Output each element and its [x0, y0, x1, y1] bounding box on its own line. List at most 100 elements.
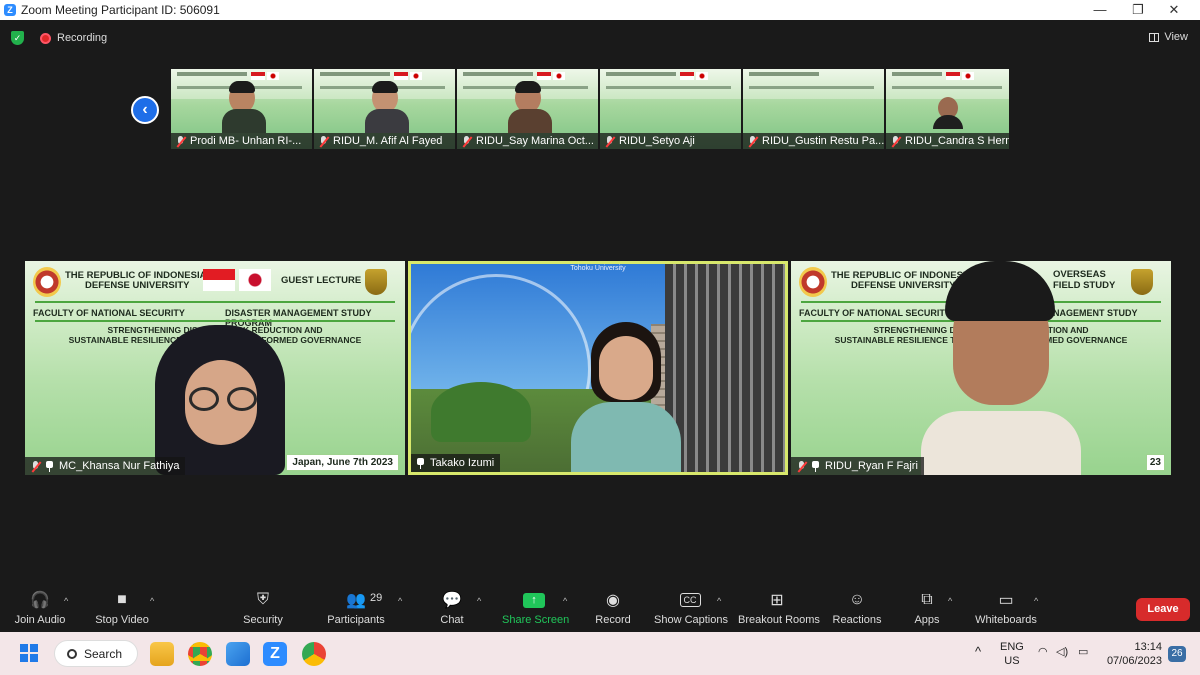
participant-name-label: MC_Khansa Nur Fathiya	[25, 457, 186, 475]
participant-tile[interactable]: THE REPUBLIC OF INDONESIA DEFENSE UNIVER…	[791, 261, 1171, 475]
whiteboards-options-caret[interactable]: ^	[1034, 596, 1038, 606]
share-screen-icon: ↑	[502, 588, 566, 612]
record-label: Record	[595, 614, 631, 626]
restore-button[interactable]: ❐	[1118, 0, 1158, 20]
participant-name-label: RIDU_Candra S Herm...	[886, 133, 1009, 149]
stop-video-label: Stop Video	[95, 614, 149, 626]
encryption-shield-icon[interactable]: ✓	[11, 31, 24, 45]
participant-name: RIDU_Setyo Aji	[619, 135, 695, 147]
participant-thumbnail[interactable]: RIDU_M. Afif Al Fayed	[314, 69, 455, 149]
muted-mic-icon	[890, 135, 901, 147]
participant-name-label: Takako Izumi	[411, 454, 501, 472]
slide-text-line	[606, 86, 731, 89]
recording-label: Recording	[57, 32, 108, 44]
divider	[35, 320, 395, 322]
apps-options-caret[interactable]: ^	[948, 596, 952, 606]
stop-video-button[interactable]: ■ Stop Video	[92, 588, 152, 632]
japan-flag-icon	[239, 269, 271, 291]
participant-thumbnail[interactable]: RIDU_Gustin Restu Pa...	[743, 69, 884, 149]
region-code: US	[1004, 655, 1020, 667]
breakout-rooms-button[interactable]: ⊞ Breakout Rooms	[738, 588, 820, 632]
close-button[interactable]: ✕	[1154, 0, 1194, 20]
share-screen-button[interactable]: ↑ Share Screen	[502, 588, 569, 632]
previous-page-button[interactable]: ‹	[131, 96, 159, 124]
audio-options-caret[interactable]: ^	[64, 596, 68, 606]
leave-button[interactable]: Leave	[1136, 598, 1190, 621]
show-captions-label: Show Captions	[654, 614, 728, 626]
indonesia-flag-icon	[394, 72, 408, 80]
participant-name: Prodi MB- Unhan RI-...	[190, 135, 302, 147]
recording-indicator[interactable]: Recording	[40, 32, 107, 44]
chat-button[interactable]: 💬 Chat	[432, 588, 472, 632]
participant-thumbnail[interactable]: RIDU_Setyo Aji	[600, 69, 741, 149]
captions-options-caret[interactable]: ^	[717, 596, 721, 606]
slide-text-line	[892, 72, 942, 76]
participant-thumbnail[interactable]: RIDU_Say Marina Oct...	[457, 69, 598, 149]
join-audio-button[interactable]: 🎧 Join Audio	[10, 588, 70, 632]
view-button[interactable]: View	[1149, 31, 1188, 43]
participant-thumbnail[interactable]: RIDU_Candra S Herm...	[886, 69, 1009, 149]
record-button[interactable]: ◉ Record	[592, 588, 634, 632]
breakout-grid-icon: ⊞	[770, 592, 784, 609]
emblem-icon	[1131, 269, 1153, 295]
participant-name-label: RIDU_M. Afif Al Fayed	[314, 133, 455, 149]
pin-icon	[811, 460, 820, 472]
battery-icon[interactable]: ▭	[1078, 645, 1088, 658]
captions-icon: CC	[654, 588, 726, 612]
participants-options-caret[interactable]: ^	[398, 596, 402, 606]
video-options-caret[interactable]: ^	[150, 596, 154, 606]
indonesia-flag-icon	[251, 72, 265, 80]
shield-icon: ⛨	[256, 591, 269, 608]
reactions-button[interactable]: ☺ Reactions	[832, 588, 882, 632]
slide-header-line: DEFENSE UNIVERSITY	[85, 280, 190, 291]
taskbar-clock[interactable]: 13:14 07/06/2023	[1107, 640, 1162, 668]
windows-start-icon[interactable]	[20, 644, 38, 662]
participant-video	[571, 322, 681, 472]
taskbar-search[interactable]: Search	[54, 640, 138, 667]
volume-icon[interactable]: ◁)	[1056, 645, 1068, 658]
emblem-icon	[365, 269, 387, 295]
participant-tile[interactable]: THE REPUBLIC OF INDONESIA DEFENSE UNIVER…	[25, 261, 405, 475]
participant-name-label: RIDU_Say Marina Oct...	[457, 133, 598, 149]
apps-icon: ⧉	[921, 591, 933, 608]
participant-name: MC_Khansa Nur Fathiya	[59, 460, 180, 472]
chat-label: Chat	[440, 614, 464, 626]
slide-date: Japan, June 7th 2023	[286, 454, 399, 471]
muted-mic-icon	[747, 135, 758, 147]
share-options-caret[interactable]: ^	[563, 596, 567, 606]
security-button[interactable]: ⛨ Security	[238, 588, 288, 632]
notification-badge[interactable]: 26	[1168, 646, 1186, 662]
join-audio-label: Join Audio	[14, 614, 66, 626]
captions-icon-text: CC	[679, 593, 701, 607]
file-explorer-icon[interactable]	[150, 642, 174, 666]
search-label: Search	[84, 646, 123, 661]
active-speaker-tile[interactable]: Tohoku University Takako Izumi	[408, 261, 788, 475]
meeting-area: ✓ Recording View ‹ Prodi MB- Unhan RI-..…	[0, 20, 1200, 588]
slide-text-line	[320, 72, 390, 76]
smiley-icon: ☺	[848, 591, 866, 608]
participant-video	[221, 81, 266, 133]
zoom-app-icon[interactable]: Z	[263, 642, 287, 666]
participant-name: Takako Izumi	[430, 457, 495, 469]
minimize-button[interactable]: —	[1080, 0, 1120, 20]
wifi-icon[interactable]: ◠	[1038, 645, 1048, 658]
apps-button[interactable]: ⧉ Apps	[910, 588, 944, 632]
chat-options-caret[interactable]: ^	[477, 596, 481, 606]
apps-label: Apps	[914, 614, 940, 626]
zoom-logo-icon: Z	[4, 4, 16, 16]
whiteboards-button[interactable]: ▭ Whiteboards	[974, 588, 1038, 632]
university-seal-icon	[799, 267, 827, 297]
participant-video	[921, 261, 1081, 475]
show-captions-button[interactable]: CC Show Captions	[654, 588, 728, 632]
muted-mic-icon	[30, 460, 41, 472]
window-title: Zoom Meeting Participant ID: 506091	[21, 3, 220, 17]
tray-expand-icon[interactable]: ^	[975, 644, 981, 659]
chrome-profile-icon[interactable]	[302, 642, 326, 666]
photos-app-icon[interactable]	[226, 642, 250, 666]
muted-mic-icon	[318, 135, 329, 147]
participant-thumbnail[interactable]: Prodi MB- Unhan RI-...	[171, 69, 312, 149]
participant-video	[364, 81, 409, 133]
chrome-icon[interactable]	[188, 642, 212, 666]
language-indicator[interactable]: ENG US	[1000, 640, 1024, 668]
headphones-icon: 🎧	[30, 592, 50, 609]
